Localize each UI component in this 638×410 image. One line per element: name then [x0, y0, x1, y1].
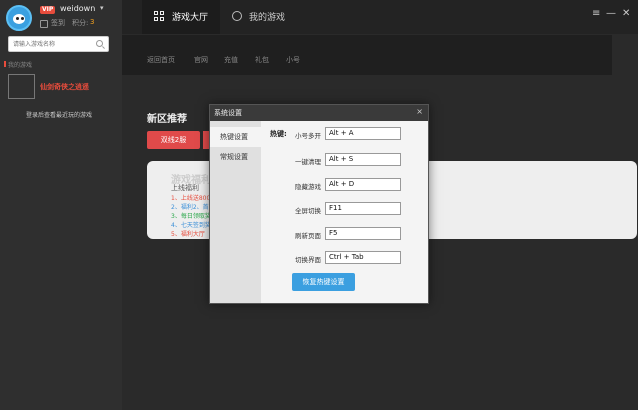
tab-game-hall-label: 游戏大厅: [172, 13, 209, 23]
menu-icon[interactable]: ≡: [592, 8, 600, 19]
hotkey-input[interactable]: F11: [325, 202, 401, 215]
dialog-tab-list: 热键设置 常规设置: [210, 121, 261, 303]
subnav-gift[interactable]: 礼包: [255, 55, 269, 65]
game-thumbnail[interactable]: [8, 74, 35, 99]
tab-general-settings[interactable]: 常规设置: [210, 147, 261, 167]
hotkey-label: 切换界面: [295, 256, 321, 264]
dialog-title: 系统设置: [214, 109, 242, 117]
minimize-icon[interactable]: —: [606, 8, 616, 19]
hotkey-label: 隐藏游戏: [295, 183, 321, 191]
hotkey-input[interactable]: Ctrl + Tab: [325, 251, 401, 264]
avatar-eye-left: [16, 17, 19, 20]
tab-my-games[interactable]: 我的游戏: [249, 10, 285, 23]
search-input[interactable]: [13, 39, 93, 50]
settings-dialog: 系统设置 × 热键设置 常规设置 热键: 小号多开 Alt + A 一键清理 A…: [209, 104, 429, 304]
subnav-recharge[interactable]: 充值: [224, 55, 238, 65]
card-line: 1、上线送800: [171, 195, 211, 202]
card-line: 4、七天签到奖: [171, 222, 211, 229]
section-title: 新区推荐: [147, 114, 187, 125]
grid-icon: [154, 11, 164, 21]
dialog-header[interactable]: 系统设置 ×: [210, 105, 428, 121]
restore-hotkeys-button[interactable]: 恢复热键设置: [292, 273, 355, 291]
calendar-icon: [40, 20, 48, 28]
subnav-alt-account[interactable]: 小号: [286, 55, 300, 65]
card-line: 3、每日领取奖: [171, 213, 211, 220]
server-button[interactable]: 双线2服: [147, 131, 200, 149]
vip-badge: VIP: [40, 6, 56, 14]
card-line: 2、福利2、首: [171, 204, 209, 211]
avatar[interactable]: [6, 5, 32, 31]
sidebar: VIP weidown ▾ 签到 积分: 3 我的游戏 仙剑奇侠之逍遥 登录后查…: [0, 0, 122, 410]
card-subtitle: 上线福利: [171, 184, 199, 192]
avatar-eye-right: [21, 17, 24, 20]
search-icon[interactable]: [96, 40, 103, 47]
subnav-home[interactable]: 返回首页: [147, 55, 175, 65]
hotkey-label: 小号多开: [295, 132, 321, 140]
tab-game-hall[interactable]: 游戏大厅: [142, 0, 220, 34]
sub-nav: 返回首页 官网 充值 礼包 小号: [122, 35, 612, 75]
username[interactable]: weidown: [60, 4, 95, 13]
tab-hotkey-settings[interactable]: 热键设置: [210, 127, 261, 147]
hotkey-label: 全屏切换: [295, 207, 321, 215]
subnav-official[interactable]: 官网: [194, 55, 208, 65]
my-games-heading: 我的游戏: [3, 61, 33, 69]
top-bar: 游戏大厅 我的游戏 ≡ — ✕: [122, 0, 638, 34]
user-dropdown-icon[interactable]: ▾: [100, 4, 104, 12]
game-name-link[interactable]: 仙剑奇侠之逍遥: [40, 82, 89, 92]
signin-link[interactable]: 签到: [51, 18, 65, 28]
hotkey-label: 一键清理: [295, 158, 321, 166]
hotkey-input[interactable]: Alt + D: [325, 178, 401, 191]
points-value: 3: [90, 18, 95, 26]
card-line: 5、福利大厅: [171, 231, 205, 238]
login-hint: 登录后查看最近玩的游戏: [26, 112, 93, 119]
close-icon[interactable]: ✕: [622, 8, 630, 19]
points-label: 积分:: [72, 19, 89, 27]
dialog-close-icon[interactable]: ×: [416, 107, 423, 116]
search-box: [8, 36, 109, 52]
hotkey-input[interactable]: Alt + A: [325, 127, 401, 140]
hotkey-input[interactable]: Alt + S: [325, 153, 401, 166]
hotkey-input[interactable]: F5: [325, 227, 401, 240]
controller-icon: [232, 11, 242, 21]
hotkey-label: 刷新页面: [295, 232, 321, 240]
